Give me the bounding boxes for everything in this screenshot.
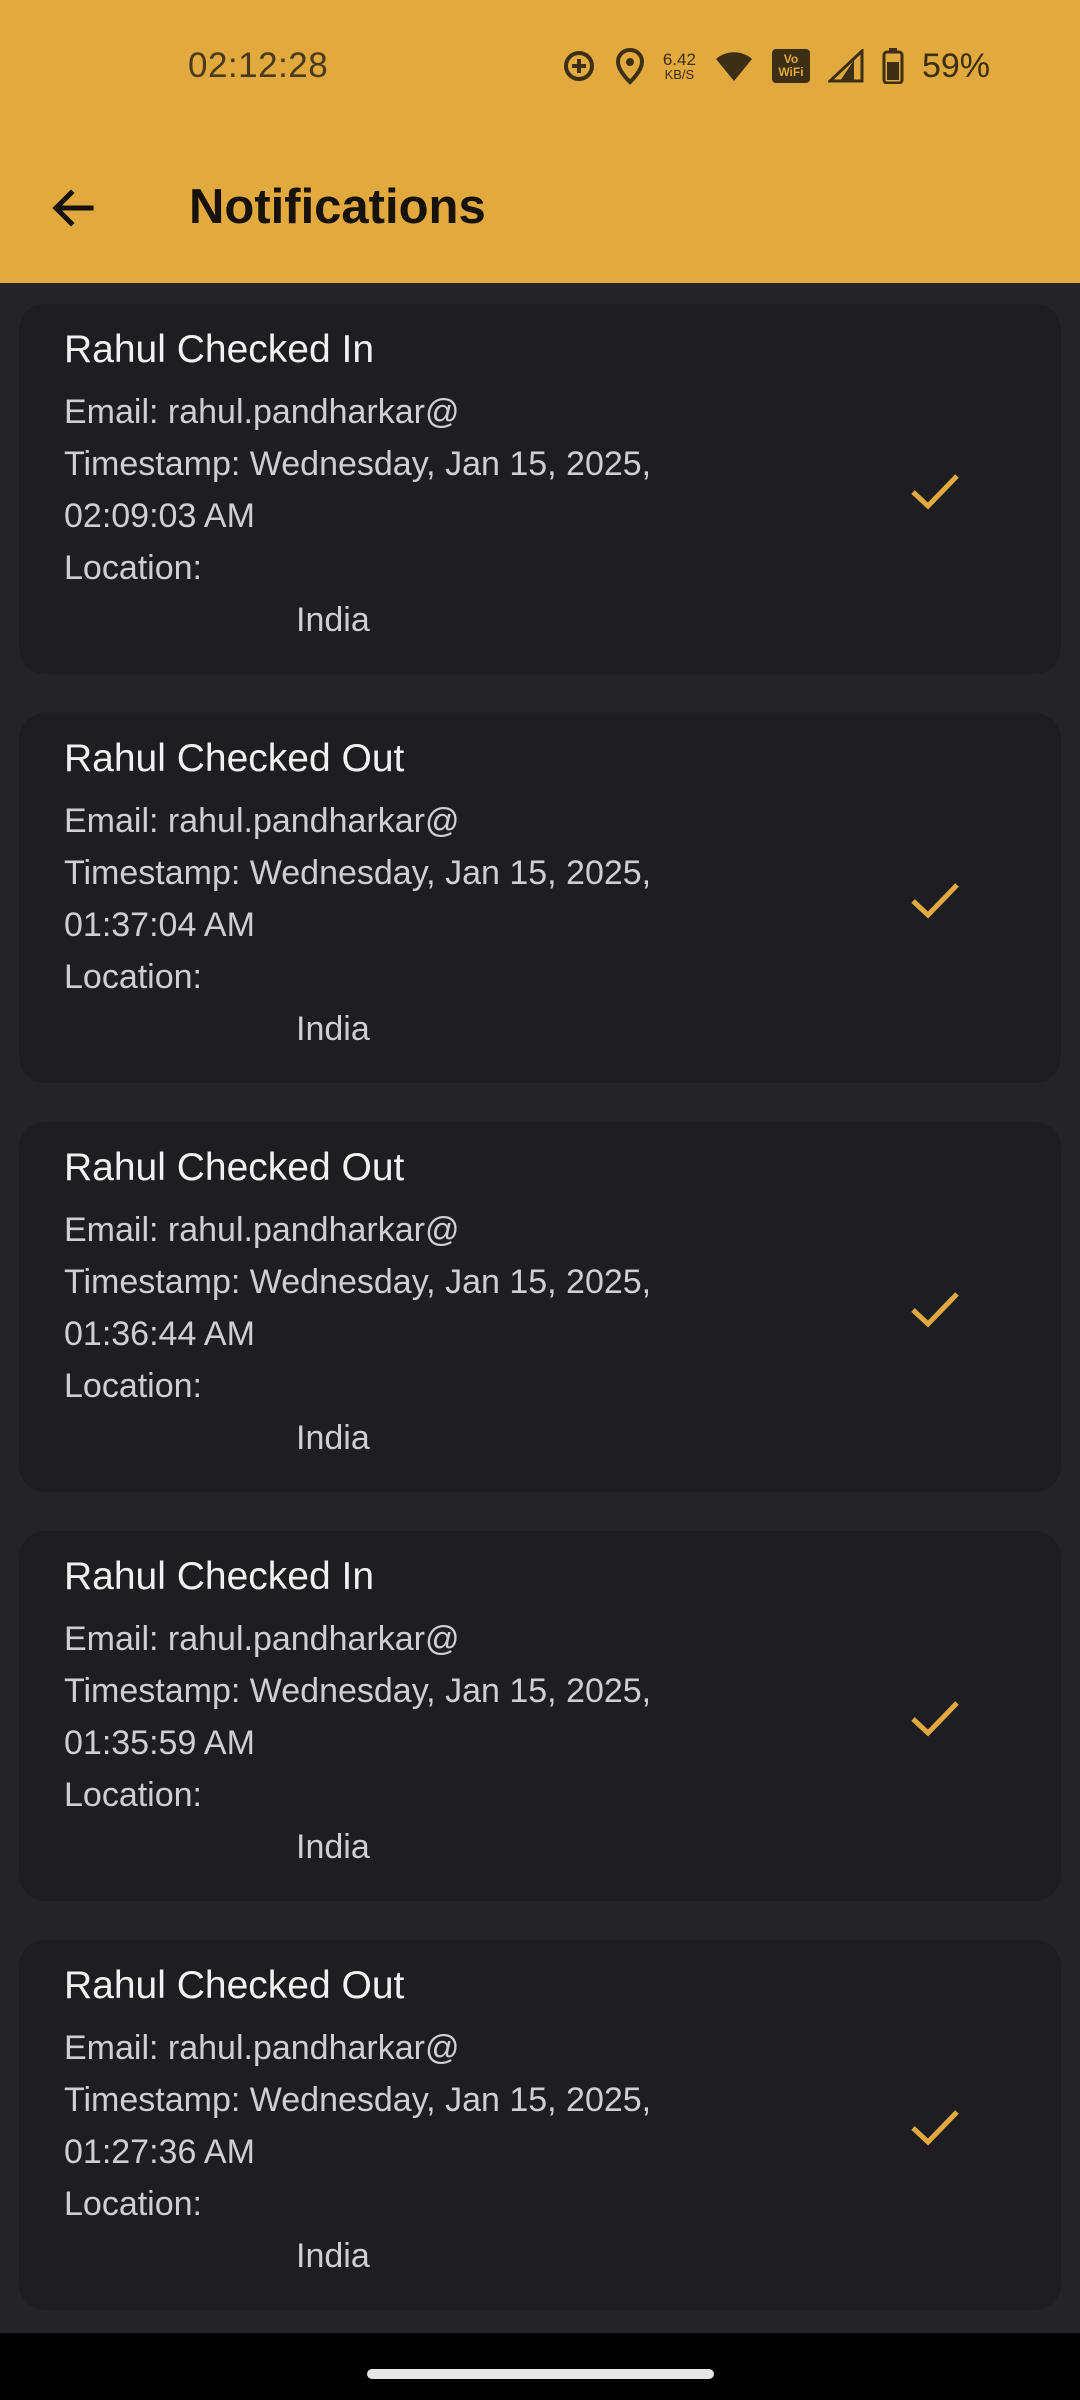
check-icon[interactable]: [903, 459, 967, 523]
notification-timestamp: Timestamp: Wednesday, Jan 15, 2025,: [64, 1672, 652, 1710]
data-saver-icon: [563, 51, 594, 81]
notification-location-label: Location:: [64, 958, 202, 996]
notification-title: Rahul Checked In: [64, 1555, 375, 1598]
status-icons: 6.42 KB/S Vo WiFi 59%: [561, 44, 990, 88]
notification-card[interactable]: Rahul Checked Out Email: rahul.pandharka…: [19, 713, 1061, 1083]
vowifi-bottom: WiFi: [778, 65, 804, 79]
back-button[interactable]: [40, 175, 106, 241]
location-icon: [615, 47, 644, 85]
notification-country: India: [296, 601, 370, 639]
check-icon[interactable]: [903, 868, 967, 932]
notification-country: India: [296, 1828, 370, 1866]
notification-title: Rahul Checked In: [64, 328, 375, 371]
arrow-back-icon: [52, 189, 94, 227]
notification-timestamp: Timestamp: Wednesday, Jan 15, 2025,: [64, 1263, 652, 1301]
notification-title: Rahul Checked Out: [64, 1964, 405, 2007]
notification-location-label: Location:: [64, 1367, 202, 1405]
notification-email: Email: rahul.pandharkar@: [64, 802, 460, 840]
net-speed: 6.42 KB/S: [663, 51, 696, 82]
notification-time: 01:27:36 AM: [64, 2133, 255, 2171]
notification-timestamp: Timestamp: Wednesday, Jan 15, 2025,: [64, 854, 652, 892]
notification-card[interactable]: Rahul Checked In Email: rahul.pandharkar…: [19, 1531, 1061, 1901]
status-time: 02:12:28: [188, 46, 329, 85]
notification-title: Rahul Checked Out: [64, 1146, 405, 1189]
notification-card[interactable]: Rahul Checked Out Email: rahul.pandharka…: [19, 1940, 1061, 2310]
status-bar: 02:12:28 6.42 KB/S Vo WiFi 59%: [0, 0, 1080, 135]
notification-email: Email: rahul.pandharkar@: [64, 1211, 460, 1249]
net-speed-value: 6.42: [662, 49, 696, 69]
page-title: Notifications: [189, 180, 486, 234]
notification-title: Rahul Checked Out: [64, 737, 405, 780]
notification-location-label: Location:: [64, 2185, 202, 2223]
notification-timestamp: Timestamp: Wednesday, Jan 15, 2025,: [64, 2081, 652, 2119]
notification-list[interactable]: Rahul Checked In Email: rahul.pandharkar…: [0, 283, 1080, 2333]
notification-time: 01:37:04 AM: [64, 906, 255, 944]
system-nav-bar: [0, 2333, 1080, 2400]
home-indicator[interactable]: [367, 2369, 714, 2379]
wifi-icon: [715, 52, 752, 81]
notification-timestamp: Timestamp: Wednesday, Jan 15, 2025,: [64, 445, 652, 483]
notification-country: India: [296, 1010, 370, 1048]
notification-time: 01:35:59 AM: [64, 1724, 255, 1762]
notification-card[interactable]: Rahul Checked In Email: rahul.pandharkar…: [19, 304, 1061, 674]
check-icon[interactable]: [903, 1686, 967, 1750]
notification-email: Email: rahul.pandharkar@: [64, 2029, 460, 2067]
notification-location-label: Location:: [64, 549, 202, 587]
notification-country: India: [296, 1419, 370, 1457]
notification-email: Email: rahul.pandharkar@: [64, 393, 460, 431]
toolbar: Notifications: [0, 135, 1080, 283]
notification-email: Email: rahul.pandharkar@: [64, 1620, 460, 1658]
notification-card[interactable]: Rahul Checked Out Email: rahul.pandharka…: [19, 1122, 1061, 1492]
check-icon[interactable]: [903, 2095, 967, 2159]
battery-icon: [882, 48, 904, 84]
check-icon[interactable]: [903, 1277, 967, 1341]
battery-percentage: 59%: [921, 46, 990, 85]
notification-location-label: Location:: [64, 1776, 202, 1814]
cellular-signal-icon: [827, 49, 864, 83]
net-speed-unit: KB/S: [664, 66, 695, 82]
notification-country: India: [296, 2237, 370, 2275]
notification-time: 01:36:44 AM: [64, 1315, 255, 1353]
app-bar: 02:12:28 6.42 KB/S Vo WiFi 59% Notificat…: [0, 0, 1080, 283]
vowifi-icon: Vo WiFi: [771, 49, 810, 83]
notification-time: 02:09:03 AM: [64, 497, 255, 535]
